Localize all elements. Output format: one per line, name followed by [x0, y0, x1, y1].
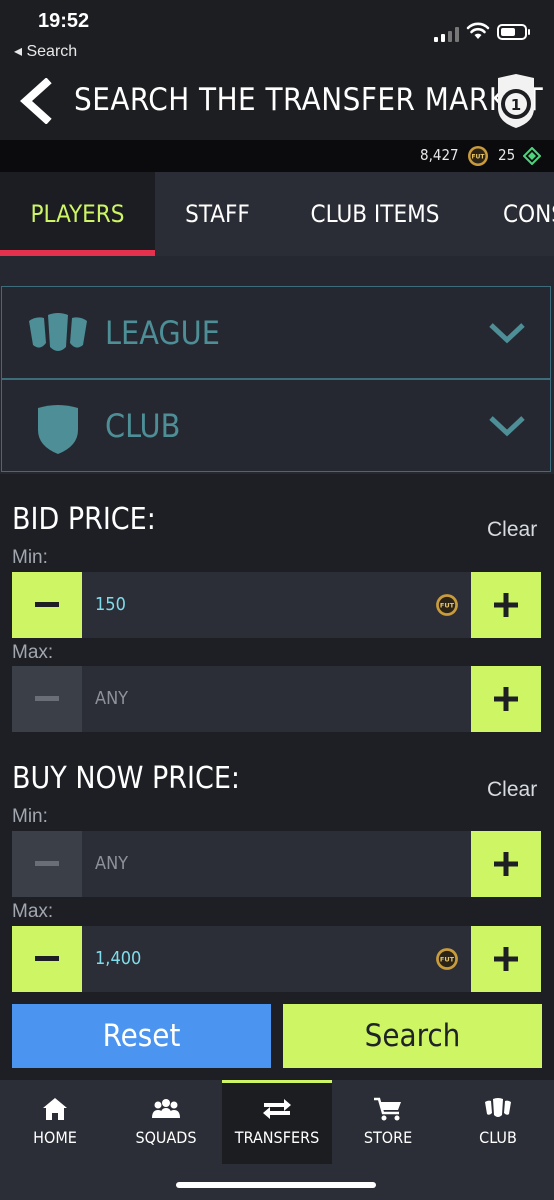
minus-icon	[35, 696, 59, 701]
bid-min-input[interactable]: 150 FUT	[82, 572, 471, 638]
plus-icon	[494, 687, 518, 711]
buy-now-max-input[interactable]: 1,400 FUT	[82, 926, 471, 992]
filter-panel: League Club	[0, 256, 554, 474]
nav-transfers[interactable]: TRANSFERS	[222, 1080, 332, 1164]
status-time: 19:52	[38, 10, 90, 32]
bid-max-label: Max:	[12, 642, 54, 663]
back-arrow-icon[interactable]	[16, 78, 58, 124]
buy-now-max-value: 1,400	[95, 948, 142, 969]
buy-now-min-decrease-button[interactable]	[12, 831, 82, 897]
plus-icon	[494, 947, 518, 971]
nav-store[interactable]: STORE	[333, 1080, 443, 1164]
buy-now-min-stepper: ANY	[12, 831, 542, 897]
plus-icon	[494, 852, 518, 876]
tab-players[interactable]: PLAYERS	[0, 172, 155, 256]
buy-now-min-input[interactable]: ANY	[82, 831, 471, 897]
coin-balance: 8,427	[420, 146, 459, 164]
minus-icon	[35, 956, 59, 961]
points-balance: 25	[498, 146, 516, 164]
bid-price-clear-button[interactable]: Clear	[487, 518, 537, 542]
home-indicator[interactable]	[176, 1182, 376, 1188]
league-filter-dropdown[interactable]: League	[1, 286, 551, 379]
nav-store-label: STORE	[363, 1128, 413, 1147]
buy-now-max-label: Max:	[12, 901, 54, 922]
tab-club-items[interactable]: CLUB ITEMS	[280, 172, 470, 256]
fut-coin-icon: FUT	[436, 594, 458, 616]
coin-symbol: FUT	[471, 154, 485, 161]
bid-min-value: 150	[95, 594, 126, 615]
plus-icon	[494, 593, 518, 617]
back-to-search-link[interactable]: ◂ Search	[14, 41, 77, 61]
coin-symbol: FUT	[440, 956, 455, 964]
club-filter-dropdown[interactable]: Club	[1, 379, 551, 472]
chevron-down-icon	[489, 323, 525, 344]
store-cart-icon	[374, 1097, 401, 1121]
club-icon	[485, 1098, 511, 1117]
bid-min-label: Min:	[12, 547, 48, 568]
bid-max-input[interactable]: ANY	[82, 666, 471, 732]
nav-squads[interactable]: SQUADS	[111, 1080, 221, 1164]
fut-coin-icon: FUT	[436, 948, 458, 970]
status-bar: 19:52 ◂ Search	[0, 0, 554, 64]
buy-now-clear-button[interactable]: Clear	[487, 778, 537, 802]
buy-now-min-label: Min:	[12, 806, 48, 827]
search-button[interactable]: Search	[283, 1004, 542, 1068]
minus-icon	[35, 861, 59, 866]
nav-home-label: HOME	[33, 1128, 77, 1147]
bid-min-decrease-button[interactable]	[12, 572, 82, 638]
club-filter-label: Club	[105, 407, 181, 445]
minus-icon	[35, 602, 59, 607]
nav-club-label: CLUB	[479, 1128, 517, 1147]
buy-now-max-decrease-button[interactable]	[12, 926, 82, 992]
coin-symbol: FUT	[440, 602, 455, 610]
league-icon	[29, 313, 87, 351]
club-crest-icon	[38, 405, 78, 454]
bid-min-stepper: 150 FUT	[12, 572, 542, 638]
league-filter-label: League	[105, 314, 220, 352]
season-badge-number: 1	[511, 96, 521, 114]
active-nav-indicator	[222, 1080, 332, 1083]
currency-bar: 8,427 FUT 25	[0, 140, 554, 172]
home-icon	[43, 1098, 67, 1120]
buy-now-min-value: ANY	[95, 853, 129, 874]
battery-icon	[497, 24, 530, 40]
bid-max-stepper: ANY	[12, 666, 542, 732]
page-header: Search the Transfer Market 1	[0, 64, 554, 140]
fut-coin-icon: FUT	[468, 146, 488, 166]
buy-now-max-stepper: 1,400 FUT	[12, 926, 542, 992]
category-tabs: PLAYERS STAFF CLUB ITEMS CONS	[0, 172, 554, 256]
fifa-points-icon	[523, 147, 541, 165]
cellular-signal-icon	[434, 26, 460, 42]
transfers-icon	[263, 1099, 291, 1119]
buy-now-max-increase-button[interactable]	[471, 926, 541, 992]
nav-squads-label: SQUADS	[135, 1128, 197, 1147]
reset-button[interactable]: Reset	[12, 1004, 271, 1068]
season-objectives-badge[interactable]: 1	[494, 72, 538, 130]
nav-transfers-label: TRANSFERS	[234, 1128, 320, 1147]
squads-icon	[152, 1099, 180, 1118]
nav-club[interactable]: CLUB	[443, 1080, 553, 1164]
chevron-down-icon	[489, 416, 525, 437]
bid-max-decrease-button[interactable]	[12, 666, 82, 732]
bid-price-title: Bid Price:	[12, 502, 156, 537]
nav-home[interactable]: HOME	[0, 1080, 110, 1164]
bid-max-increase-button[interactable]	[471, 666, 541, 732]
buy-now-price-title: Buy Now Price:	[12, 761, 240, 796]
tab-staff[interactable]: STAFF	[155, 172, 280, 256]
wifi-icon	[466, 22, 490, 39]
bid-min-increase-button[interactable]	[471, 572, 541, 638]
page-title: Search the Transfer Market	[74, 82, 544, 118]
buy-now-min-increase-button[interactable]	[471, 831, 541, 897]
tab-consumables[interactable]: CONS	[503, 172, 554, 256]
bid-max-value: ANY	[95, 688, 129, 709]
